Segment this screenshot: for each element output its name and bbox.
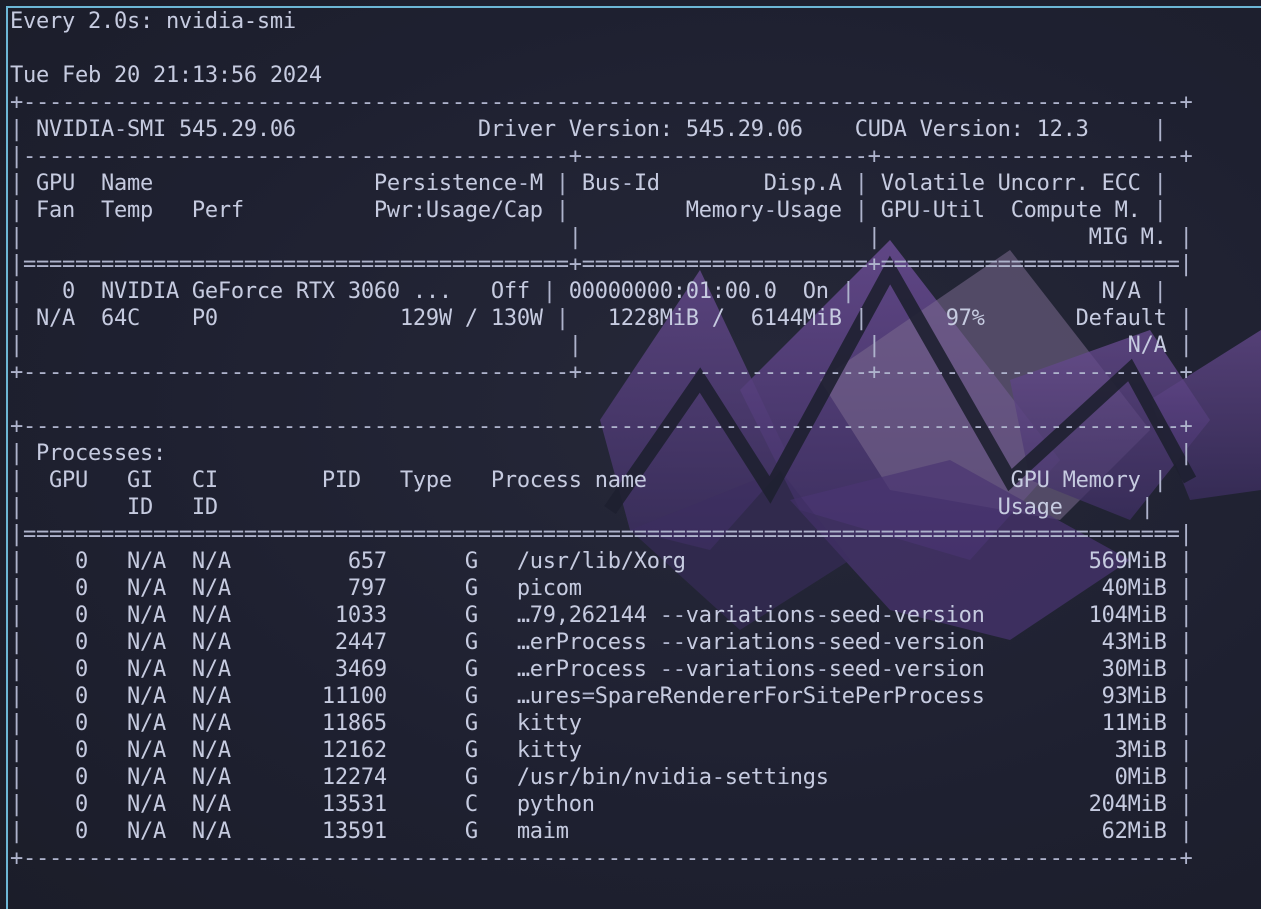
gpu-row: | | | N/A | — [10, 333, 1193, 358]
gpu-table-header-row: | | | MIG M. | — [10, 225, 1193, 250]
table-border: |---------------------------------------… — [10, 144, 1193, 169]
process-row: | 0 N/A N/A 11100 G …ures=SpareRendererF… — [10, 684, 1193, 709]
process-row: | 0 N/A N/A 2447 G …erProcess --variatio… — [10, 630, 1193, 655]
gpu-table-header-row: | Fan Temp Perf Pwr:Usage/Cap | Memory-U… — [10, 198, 1167, 223]
process-row: | 0 N/A N/A 13531 C python 204MiB | — [10, 792, 1193, 817]
process-row: | 0 N/A N/A 3469 G …erProcess --variatio… — [10, 657, 1193, 682]
gpu-row: | N/A 64C P0 129W / 130W | 1228MiB / 614… — [10, 306, 1193, 331]
version-header-row: | NVIDIA-SMI 545.29.06 Driver Version: 5… — [10, 117, 1167, 142]
process-table-header-row: | GPU GI CI PID Type Process name GPU Me… — [10, 468, 1167, 493]
processes-title: | Processes: | — [10, 441, 1193, 466]
table-border: |=======================================… — [10, 252, 1193, 277]
process-row: | 0 N/A N/A 1033 G …79,262144 --variatio… — [10, 603, 1193, 628]
process-row: | 0 N/A N/A 12274 G /usr/bin/nvidia-sett… — [10, 765, 1193, 790]
process-row: | 0 N/A N/A 13591 G maim 62MiB | — [10, 819, 1193, 844]
gpu-row: | 0 NVIDIA GeForce RTX 3060 ... Off | 00… — [10, 279, 1167, 304]
process-table-header-row: | ID ID Usage | — [10, 495, 1154, 520]
timestamp: Tue Feb 20 21:13:56 2024 — [10, 63, 322, 88]
table-border: |=======================================… — [10, 522, 1193, 547]
terminal-window[interactable]: Every 2.0s: nvidia-smi Tue Feb 20 21:13:5… — [0, 0, 1261, 909]
gpu-table-header-row: | GPU Name Persistence-M | Bus-Id Disp.A… — [10, 171, 1167, 196]
process-row: | 0 N/A N/A 12162 G kitty 3MiB | — [10, 738, 1193, 763]
table-border: +---------------------------------------… — [10, 360, 1193, 385]
table-border: +---------------------------------------… — [10, 414, 1193, 439]
table-border: +---------------------------------------… — [10, 846, 1193, 871]
table-border: +---------------------------------------… — [10, 90, 1193, 115]
watch-command-header: Every 2.0s: nvidia-smi — [10, 9, 296, 34]
process-row: | 0 N/A N/A 797 G picom 40MiB | — [10, 576, 1193, 601]
process-row: | 0 N/A N/A 11865 G kitty 11MiB | — [10, 711, 1193, 736]
process-row: | 0 N/A N/A 657 G /usr/lib/Xorg 569MiB | — [10, 549, 1193, 574]
